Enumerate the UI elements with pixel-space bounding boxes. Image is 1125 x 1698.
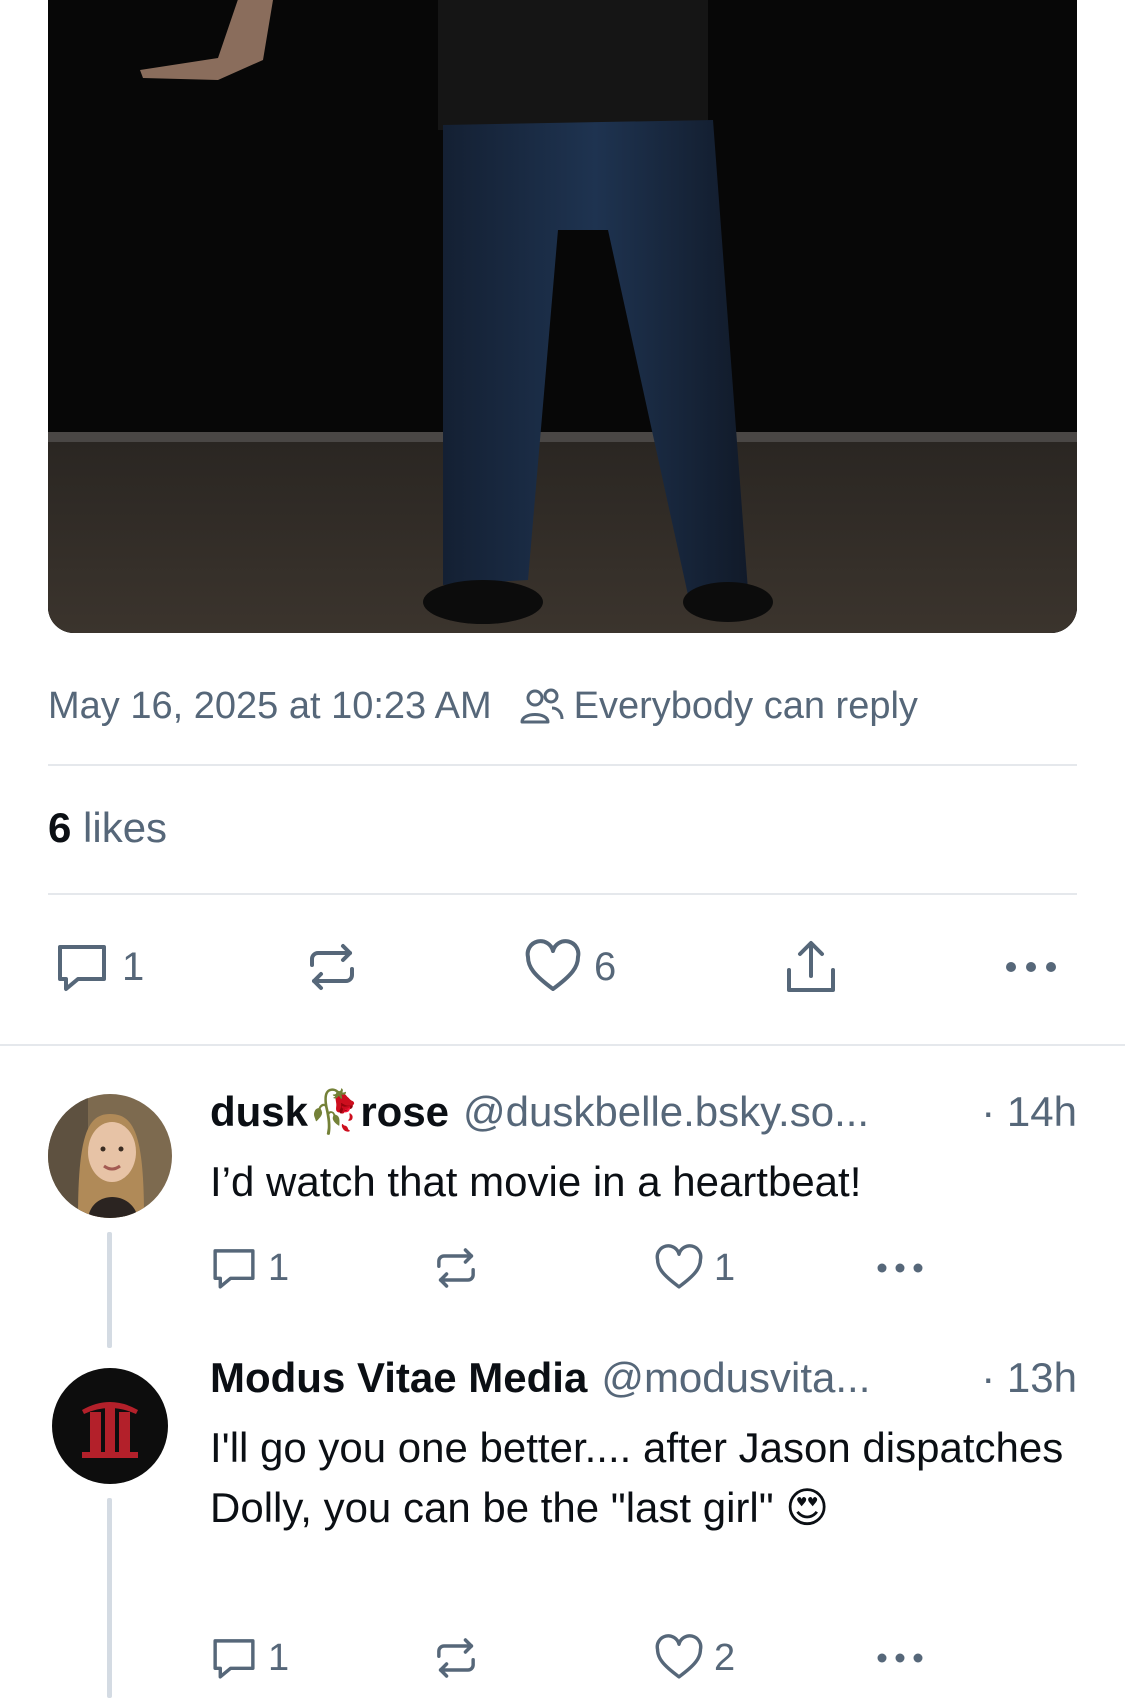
author-handle[interactable]: @duskbelle.bsky.so...	[463, 1088, 869, 1136]
ellipsis-icon	[1006, 962, 1056, 972]
reply-button[interactable]: 1	[210, 1630, 289, 1686]
like-count: 1	[714, 1246, 736, 1289]
heart-icon	[655, 1634, 703, 1679]
repost-button[interactable]	[304, 935, 360, 999]
ellipsis-icon	[877, 1653, 923, 1663]
divider	[48, 893, 1077, 895]
repost-icon	[437, 1638, 475, 1678]
author-name-emoji: 🥀	[308, 1087, 361, 1135]
reply-text: I'll go you one better.... after Jason d…	[210, 1424, 1064, 1531]
like-count: 2	[714, 1636, 736, 1679]
reply-count: 1	[122, 944, 145, 989]
post-actions: 1 6	[48, 935, 1077, 999]
heart-icon	[655, 1244, 703, 1289]
comment-icon	[213, 1639, 255, 1679]
reply-text: I’d watch that movie in a heartbeat!	[210, 1158, 862, 1205]
more-options-button[interactable]	[874, 1240, 926, 1296]
author-name[interactable]: dusk🥀rose	[210, 1088, 449, 1137]
reply-actions: 1 1	[210, 1240, 930, 1296]
likes-summary[interactable]: 6 likes	[48, 804, 167, 852]
thread-line	[107, 1232, 112, 1348]
post-meta: May 16, 2025 at 10:23 AM Everybody can r…	[48, 680, 918, 732]
author-name-part: dusk	[210, 1087, 309, 1135]
share-icon	[787, 941, 835, 992]
like-button[interactable]: 1	[654, 1240, 735, 1296]
more-options-button[interactable]	[1003, 935, 1059, 999]
reply-count: 1	[268, 1246, 290, 1289]
repost-button[interactable]	[432, 1240, 480, 1296]
like-button[interactable]: 2	[654, 1630, 735, 1686]
avatar[interactable]	[48, 1364, 172, 1488]
post-image[interactable]	[48, 0, 1077, 633]
repost-icon	[310, 944, 354, 990]
reply-setting[interactable]: Everybody can reply	[520, 685, 918, 728]
repost-icon	[437, 1248, 475, 1288]
post-timestamp: May 16, 2025 at 10:23 AM	[48, 684, 492, 727]
reply-actions: 1 2	[210, 1630, 930, 1686]
reply-button[interactable]: 1	[210, 1240, 289, 1296]
divider	[48, 764, 1077, 766]
reply-setting-label: Everybody can reply	[573, 684, 918, 727]
comment-icon	[213, 1249, 255, 1289]
likes-count: 6	[48, 804, 72, 851]
heart-icon	[525, 939, 581, 991]
reply-count: 1	[268, 1636, 290, 1679]
like-count: 6	[594, 944, 617, 989]
thread-divider	[0, 1044, 1125, 1046]
people-icon	[520, 688, 564, 724]
likes-label: likes	[83, 804, 168, 851]
share-button[interactable]	[783, 935, 839, 999]
reply-button[interactable]: 1	[54, 935, 144, 999]
avatar[interactable]	[48, 1094, 172, 1218]
ellipsis-icon	[877, 1263, 923, 1273]
author-name[interactable]: Modus Vitae Media	[210, 1354, 587, 1402]
reply-header: dusk🥀rose @duskbelle.bsky.so... · 14h	[210, 1086, 1077, 1138]
post-time[interactable]: · 14h	[965, 1088, 1077, 1136]
reply-header: Modus Vitae Media @modusvita... · 13h	[210, 1352, 1077, 1404]
comment-icon	[58, 945, 106, 991]
author-name-part: rose	[360, 1087, 450, 1135]
like-button[interactable]: 6	[524, 935, 616, 999]
more-options-button[interactable]	[874, 1630, 926, 1686]
thread-line	[107, 1498, 112, 1698]
post-time[interactable]: · 13h	[965, 1354, 1077, 1402]
repost-button[interactable]	[432, 1630, 480, 1686]
author-handle[interactable]: @modusvita...	[601, 1354, 870, 1402]
